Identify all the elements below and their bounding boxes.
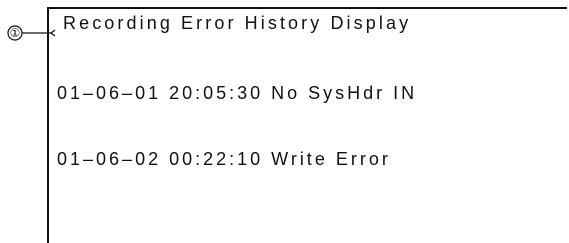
error-history-log: 01–06–01 20:05:30 No SysHdr IN 01–06–02 … xyxy=(57,38,417,192)
callout-marker: ① xyxy=(7,25,57,43)
error-entry-1: 01–06–01 20:05:30 No SysHdr IN xyxy=(57,83,418,103)
error-entry-2: 01–06–02 00:22:10 Write Error xyxy=(57,149,391,169)
error-history-title: Recording Error History Display xyxy=(63,13,412,33)
callout-number: ① xyxy=(9,26,21,40)
